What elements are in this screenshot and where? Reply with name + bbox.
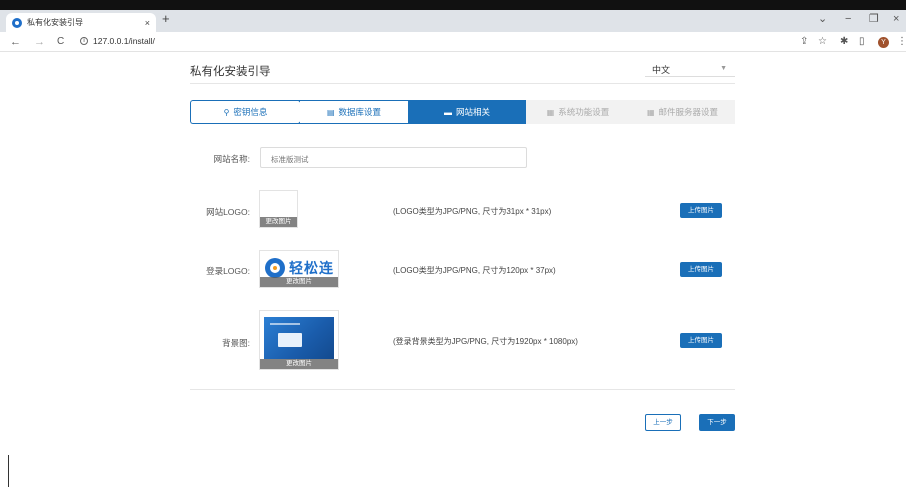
step-label: 数据库设置 — [338, 107, 382, 117]
tab-close-icon[interactable]: × — [145, 18, 150, 28]
close-window-button[interactable]: × — [893, 12, 899, 26]
upload-background-button[interactable]: 上传图片 — [680, 333, 722, 348]
url-field[interactable]: i 127.0.0.1/install/ — [80, 36, 155, 46]
login-logo-preview[interactable]: 轻松连 更改图片 — [259, 250, 339, 288]
share-icon[interactable]: ⇪ — [800, 36, 808, 48]
background-label: 背景图: — [222, 338, 250, 348]
profile-avatar[interactable]: Y — [878, 37, 889, 48]
step-label: 系统功能设置 — [558, 107, 610, 117]
step-label: 密钥信息 — [233, 107, 268, 117]
tab-search-icon[interactable]: ⌄ — [818, 12, 827, 26]
step-key-info: ⚲ 密钥信息 — [190, 100, 300, 124]
thumb-device-icon — [278, 333, 302, 347]
text-cursor — [8, 455, 9, 487]
extensions-icon[interactable]: ✱ — [840, 36, 848, 48]
background-preview[interactable]: 更改图片 — [259, 310, 339, 370]
menu-icon[interactable]: ⋮ — [897, 36, 906, 48]
tab-title: 私有化安装引导 — [27, 18, 83, 27]
qingsonglian-logo-icon — [265, 258, 285, 278]
site-name-input[interactable]: 标准版测试 — [260, 147, 527, 168]
key-icon: ⚲ — [223, 107, 230, 117]
page-title: 私有化安装引导 — [190, 66, 271, 78]
bookmark-star-icon[interactable]: ☆ — [818, 36, 827, 48]
site-logo-hint: (LOGO类型为JPG/PNG, 尺寸为31px * 31px) — [393, 207, 552, 216]
step-mail: ▦ 邮件服务器设置 — [630, 100, 735, 124]
grid-icon: ▦ — [546, 107, 555, 117]
step-label: 网站相关 — [455, 107, 490, 117]
reload-button[interactable]: C — [57, 35, 64, 49]
browser-tab-bar: 私有化安装引导 × — [0, 10, 906, 32]
restore-button[interactable]: ❐ — [869, 12, 879, 26]
minimize-button[interactable]: − — [845, 12, 851, 26]
site-info-icon[interactable]: i — [80, 37, 88, 45]
language-value: 中文 — [652, 65, 671, 75]
change-image-button[interactable]: 更改图片 — [260, 359, 338, 369]
grid-icon: ▦ — [646, 107, 655, 117]
side-panel-icon[interactable]: ▯ — [859, 36, 865, 48]
site-name-label: 网站名称: — [213, 154, 250, 164]
language-select[interactable]: 中文 ▼ — [645, 60, 735, 77]
form-divider — [190, 389, 735, 390]
browser-tab[interactable]: 私有化安装引导 × — [6, 13, 156, 32]
upload-site-logo-button[interactable]: 上传图片 — [680, 203, 722, 218]
upload-login-logo-button[interactable]: 上传图片 — [680, 262, 722, 277]
forward-button[interactable]: → — [34, 35, 45, 49]
thumb-line — [270, 323, 300, 325]
step-system: ▦ 系统功能设置 — [526, 100, 630, 124]
chevron-down-icon: ▼ — [720, 65, 727, 72]
step-progress: ⚲ 密钥信息 ▤ 数据库设置 ▬ 网站相关 ▦ 系统功能设置 ▦ 邮件服务器设置 — [190, 100, 735, 124]
next-step-button[interactable]: 下一步 — [699, 414, 735, 431]
url-text: 127.0.0.1/install/ — [93, 36, 155, 46]
background-hint: (登录背景类型为JPG/PNG, 尺寸为1920px * 1080px) — [393, 337, 578, 346]
login-logo-hint: (LOGO类型为JPG/PNG, 尺寸为120px * 37px) — [393, 266, 556, 275]
database-icon: ▤ — [326, 107, 335, 117]
qingsonglian-logo: 轻松连 — [265, 258, 334, 278]
window-top-strip — [0, 0, 906, 10]
login-logo-text: 轻松连 — [289, 260, 334, 276]
address-bar: ← → C i 127.0.0.1/install/ ⇪ ☆ ✱ ▯ ⋮ — [0, 32, 906, 52]
step-label: 邮件服务器设置 — [658, 107, 719, 117]
site-logo-label: 网站LOGO: — [206, 207, 250, 217]
site-favicon-icon — [12, 17, 22, 28]
monitor-icon: ▬ — [443, 107, 452, 117]
login-logo-label: 登录LOGO: — [206, 266, 250, 276]
step-database: ▤ 数据库设置 — [300, 100, 408, 124]
back-button[interactable]: ← — [10, 35, 21, 49]
prev-step-button[interactable]: 上一步 — [645, 414, 681, 431]
change-image-button[interactable]: 更改图片 — [260, 217, 297, 227]
change-image-button[interactable]: 更改图片 — [260, 277, 338, 287]
step-website: ▬ 网站相关 — [408, 100, 526, 124]
header-divider — [190, 83, 735, 84]
site-logo-preview[interactable]: 更改图片 — [259, 190, 298, 228]
new-tab-button[interactable]: + — [162, 12, 170, 26]
background-thumbnail — [264, 317, 334, 359]
